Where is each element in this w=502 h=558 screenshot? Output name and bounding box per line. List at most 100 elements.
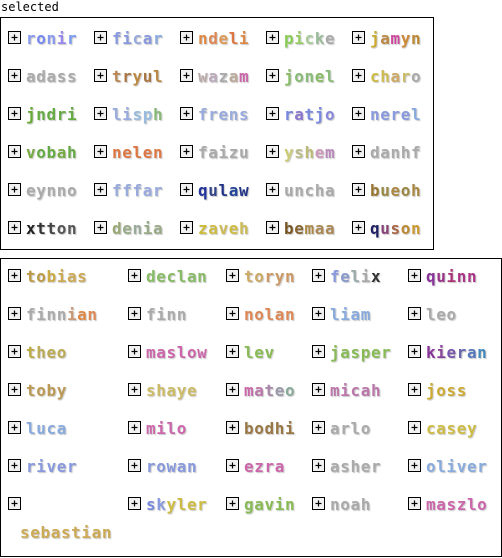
add-button[interactable]: [226, 269, 239, 282]
add-button[interactable]: [408, 269, 421, 282]
add-button[interactable]: [312, 383, 325, 396]
add-button[interactable]: [8, 183, 21, 196]
chip-label: faizu: [198, 143, 250, 162]
chip-label: jonel: [284, 67, 336, 86]
chip-label: toby: [26, 381, 67, 400]
add-button[interactable]: [8, 307, 21, 320]
add-button[interactable]: [408, 421, 421, 434]
add-button[interactable]: [180, 69, 193, 82]
add-button[interactable]: [128, 459, 141, 472]
chip-label: lev: [244, 343, 275, 362]
add-button[interactable]: [226, 459, 239, 472]
add-button[interactable]: [352, 145, 365, 158]
add-button[interactable]: [94, 183, 107, 196]
add-button[interactable]: [128, 307, 141, 320]
add-button[interactable]: [312, 497, 325, 510]
add-button[interactable]: [8, 383, 21, 396]
add-button[interactable]: [226, 383, 239, 396]
add-button[interactable]: [128, 421, 141, 434]
add-button[interactable]: [226, 421, 239, 434]
add-button[interactable]: [8, 145, 21, 158]
plus-icon: [411, 310, 418, 317]
chip-label: ficar: [112, 29, 164, 48]
chip-label: toryn: [244, 267, 296, 286]
chip-label: zaveh: [198, 219, 250, 238]
plus-icon: [269, 110, 276, 117]
plus-icon: [11, 110, 18, 117]
chip-label: vobah: [26, 143, 78, 162]
plus-icon: [229, 386, 236, 393]
plus-icon: [11, 386, 18, 393]
chip-label: felix: [330, 267, 382, 286]
add-button[interactable]: [8, 459, 21, 472]
plus-icon: [315, 348, 322, 355]
add-button[interactable]: [180, 31, 193, 44]
add-button[interactable]: [226, 497, 239, 510]
chip-label: qulaw: [198, 181, 250, 200]
plus-icon: [269, 34, 276, 41]
chip-label: picke: [284, 29, 336, 48]
add-button[interactable]: [352, 69, 365, 82]
add-button[interactable]: [8, 421, 21, 434]
chip-label: bemaa: [284, 219, 336, 238]
add-button[interactable]: [94, 31, 107, 44]
plus-icon: [315, 424, 322, 431]
add-button[interactable]: [312, 345, 325, 358]
add-button[interactable]: [94, 69, 107, 82]
add-button[interactable]: [312, 307, 325, 320]
add-button[interactable]: [180, 145, 193, 158]
add-button[interactable]: [352, 183, 365, 196]
chip-label: ndeli: [198, 29, 250, 48]
add-button[interactable]: [352, 107, 365, 120]
add-button[interactable]: [180, 107, 193, 120]
chip-label: shaye: [146, 381, 198, 400]
add-button[interactable]: [408, 497, 421, 510]
add-button[interactable]: [8, 221, 21, 234]
add-button[interactable]: [128, 383, 141, 396]
add-button[interactable]: [226, 307, 239, 320]
add-button[interactable]: [8, 69, 21, 82]
plus-icon: [269, 72, 276, 79]
add-button[interactable]: [94, 221, 107, 234]
add-button[interactable]: [8, 31, 21, 44]
add-button[interactable]: [312, 269, 325, 282]
add-button[interactable]: [8, 269, 21, 282]
add-button[interactable]: [180, 221, 193, 234]
add-button[interactable]: [128, 345, 141, 358]
add-button[interactable]: [8, 497, 21, 510]
add-button[interactable]: [180, 183, 193, 196]
add-button[interactable]: [266, 107, 279, 120]
add-button[interactable]: [408, 383, 421, 396]
plus-icon: [355, 148, 362, 155]
plus-icon: [355, 72, 362, 79]
chip-label: asher: [330, 457, 382, 476]
add-button[interactable]: [352, 221, 365, 234]
add-button[interactable]: [128, 497, 141, 510]
add-button[interactable]: [266, 145, 279, 158]
plus-icon: [97, 34, 104, 41]
add-button[interactable]: [266, 183, 279, 196]
add-button[interactable]: [8, 107, 21, 120]
add-button[interactable]: [94, 145, 107, 158]
add-button[interactable]: [266, 31, 279, 44]
add-button[interactable]: [266, 221, 279, 234]
chip-label: wazam: [198, 67, 250, 86]
plus-icon: [97, 186, 104, 193]
add-button[interactable]: [8, 345, 21, 358]
plus-icon: [355, 110, 362, 117]
chip-label: leo: [426, 305, 457, 324]
add-button[interactable]: [408, 345, 421, 358]
plus-icon: [131, 310, 138, 317]
chip-label: casey: [426, 419, 478, 438]
add-button[interactable]: [312, 459, 325, 472]
add-button[interactable]: [128, 269, 141, 282]
add-button[interactable]: [226, 345, 239, 358]
add-button[interactable]: [352, 31, 365, 44]
add-button[interactable]: [408, 459, 421, 472]
add-button[interactable]: [408, 307, 421, 320]
add-button[interactable]: [94, 107, 107, 120]
plus-icon: [411, 462, 418, 469]
add-button[interactable]: [312, 421, 325, 434]
plus-icon: [97, 224, 104, 231]
add-button[interactable]: [266, 69, 279, 82]
